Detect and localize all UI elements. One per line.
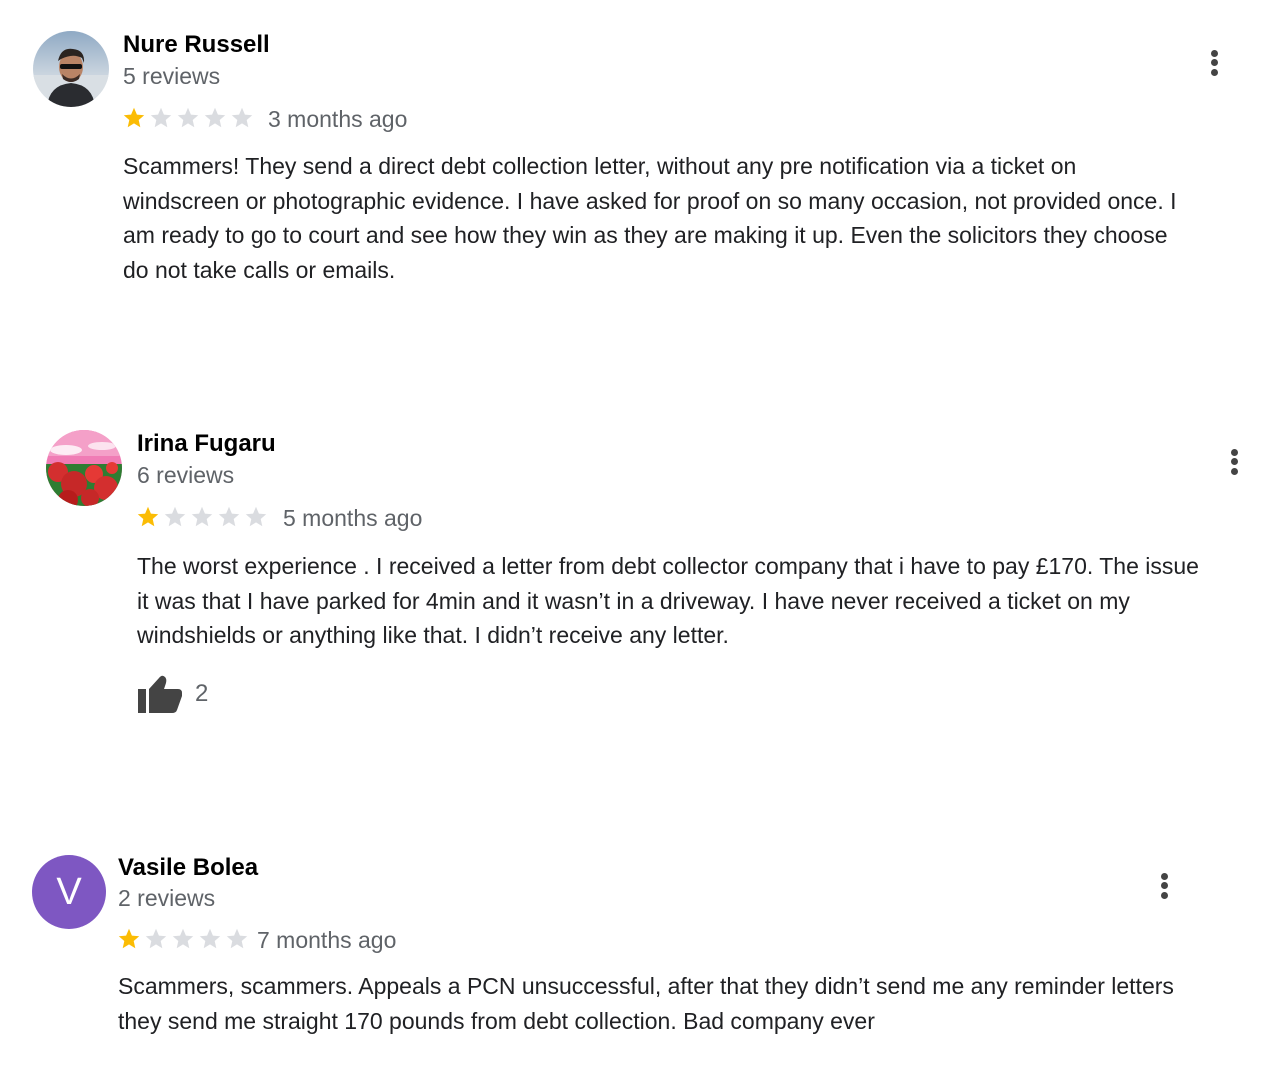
star-empty-icon [218, 506, 240, 527]
review-text: Scammers, scammers. Appeals a PCN unsucc… [118, 969, 1174, 1038]
review-date: 3 months ago [268, 106, 408, 132]
review-text-line: windshields or anything like that. I did… [137, 622, 729, 648]
review-text-line: do not take calls or emails. [123, 256, 396, 283]
star-empty-icon [164, 506, 186, 527]
review-text-line: Scammers, scammers. Appeals a PCN unsucc… [118, 973, 1174, 999]
star-filled-icon [137, 506, 159, 527]
reviewer-name[interactable]: Vasile Bolea [118, 854, 258, 882]
star-empty-icon [231, 107, 253, 128]
review-text-line: am ready to go to court and see how they… [123, 222, 1168, 248]
star-rating [122, 106, 254, 130]
reviews-page: Nure Russell 5 reviews 3 months ago Scam… [0, 0, 1281, 1077]
review-date: 5 months ago [283, 505, 423, 531]
star-filled-icon [123, 107, 145, 128]
star-rating [117, 927, 249, 951]
star-filled-icon [118, 928, 140, 949]
review-text-line: they send me straight 170 pounds from de… [118, 1007, 875, 1034]
star-empty-icon [199, 928, 221, 949]
review-text-line: windscreen or photographic evidence. I h… [123, 187, 1177, 214]
star-empty-icon [145, 928, 167, 949]
review-date: 7 months ago [257, 927, 397, 953]
review-text: The worst experience . I received a lett… [137, 549, 1199, 653]
reviewer-name[interactable]: Irina Fugaru [137, 430, 276, 458]
reviewer-review-count: 6 reviews [137, 462, 235, 488]
star-empty-icon [245, 506, 267, 527]
reviewer-review-count: 5 reviews [123, 63, 221, 89]
more-options-icon[interactable] [1204, 47, 1224, 83]
reviewer-name[interactable]: Nure Russell [123, 31, 270, 59]
helpful-button[interactable]: 2 [137, 674, 208, 714]
star-empty-icon [172, 928, 194, 949]
reviewer-review-count: 2 reviews [118, 885, 216, 911]
reviewer-avatar[interactable]: V [32, 855, 106, 929]
helpful-count: 2 [195, 680, 209, 707]
star-empty-icon [150, 107, 172, 128]
more-options-icon[interactable] [1224, 446, 1244, 482]
star-empty-icon [226, 928, 248, 949]
reviewer-avatar[interactable] [33, 31, 109, 107]
star-empty-icon [177, 107, 199, 128]
thumbs-up-icon [138, 675, 182, 713]
review-text-line: it was that I have parked for 4min and i… [137, 587, 1130, 614]
avatar-letter: V [56, 870, 82, 913]
star-empty-icon [204, 107, 226, 128]
more-options-icon[interactable] [1154, 870, 1174, 906]
review-text-line: The worst experience . I received a lett… [137, 553, 1199, 579]
review-text: Scammers! They send a direct debt collec… [123, 149, 1177, 287]
star-empty-icon [191, 506, 213, 527]
star-rating [136, 505, 268, 529]
review-text-line: Scammers! They send a direct debt collec… [123, 153, 1077, 179]
reviewer-avatar[interactable] [46, 430, 122, 506]
